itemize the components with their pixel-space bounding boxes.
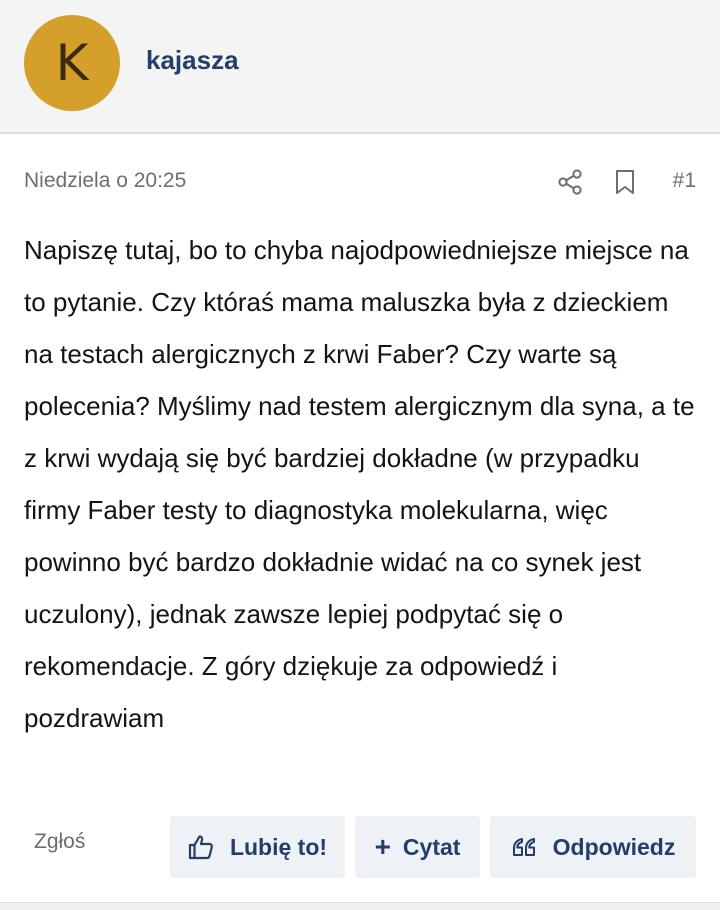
post-body: Napiszę tutaj, bo to chyba najodpowiedni… <box>24 235 695 733</box>
reply-button-label: Odpowiedz <box>552 833 676 860</box>
username-link[interactable]: kajasza <box>146 45 239 76</box>
user-header: K kajasza <box>0 0 720 134</box>
post-meta: Niedziela o 20:25 #1 <box>24 168 696 196</box>
quote-button[interactable]: + Cytat <box>355 816 480 878</box>
report-link[interactable]: Zgłoś <box>34 830 85 854</box>
thumbs-up-icon <box>188 834 214 860</box>
post-number-link[interactable]: #1 <box>673 169 696 193</box>
share-icon[interactable] <box>556 168 584 196</box>
quote-button-label: Cytat <box>402 833 461 860</box>
bookmark-icon[interactable] <box>611 168 639 196</box>
bottom-divider <box>0 902 720 910</box>
like-button[interactable]: Lubię to! <box>170 816 345 878</box>
plus-icon: + <box>374 831 391 862</box>
reply-button[interactable]: Odpowiedz <box>490 816 696 878</box>
post-actions: Zgłoś Lubię to! + Cytat Odpowiedz <box>0 816 720 878</box>
post-date: Niedziela o 20:25 <box>24 169 187 192</box>
quote-marks-icon <box>511 834 537 860</box>
like-button-label: Lubię to! <box>229 833 328 860</box>
avatar[interactable]: K <box>24 15 120 111</box>
